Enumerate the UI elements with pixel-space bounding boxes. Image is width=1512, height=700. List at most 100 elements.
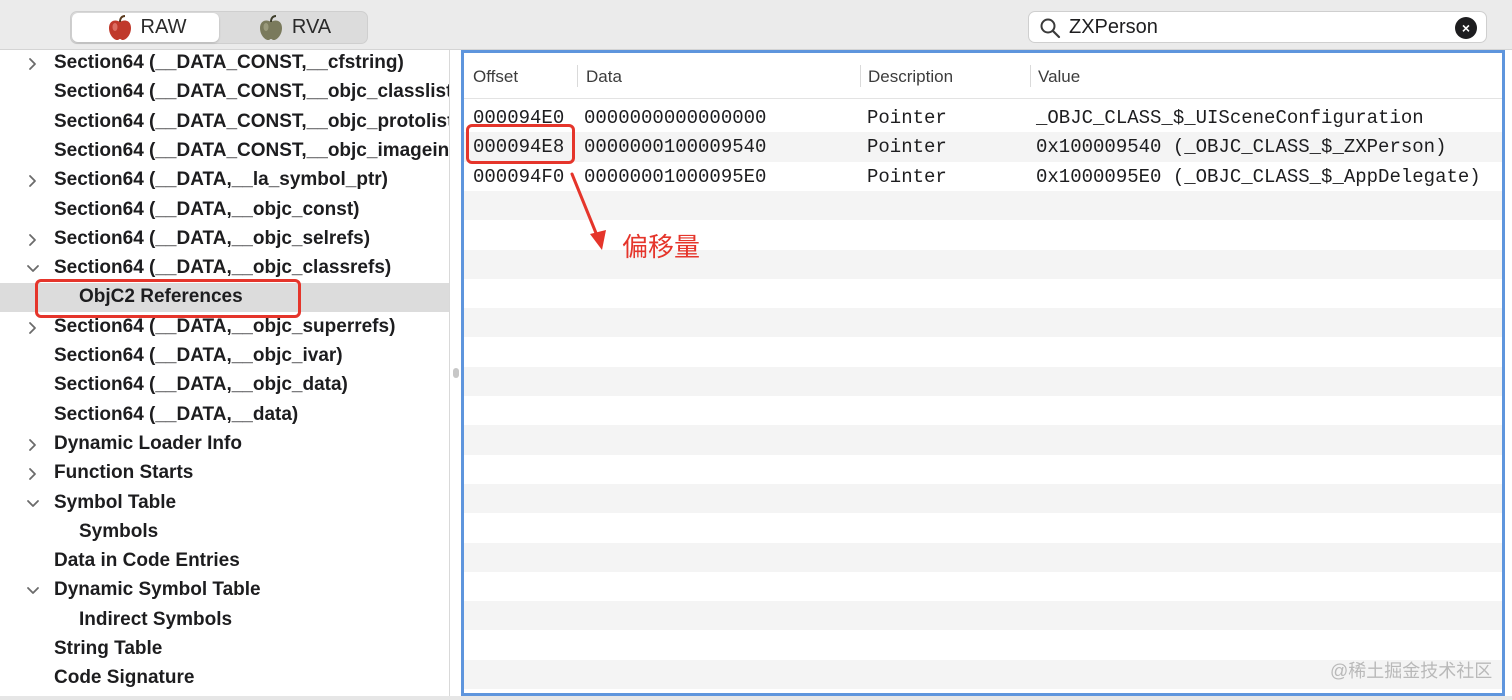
detail-table: Offset Data Description Value 000094E0 00… bbox=[461, 50, 1505, 696]
sidebar-tree: Section64 (__DATA_CONST,__cfstring) Secti… bbox=[0, 50, 450, 696]
sidebar-item[interactable]: Section64 (__DATA,__la_symbol_ptr) bbox=[0, 166, 449, 195]
chevron-down-icon[interactable] bbox=[25, 496, 41, 512]
sidebar-item-label: Function Starts bbox=[54, 462, 194, 484]
offset-cell: 000094F0 bbox=[473, 165, 565, 188]
empty-table-row bbox=[464, 513, 1502, 542]
empty-table-row bbox=[464, 279, 1502, 308]
apple-icon bbox=[108, 14, 131, 40]
sidebar-item-label: Dynamic Loader Info bbox=[54, 432, 242, 454]
sidebar-item-label: Section64 (__DATA_CONST,__cfstring) bbox=[54, 52, 404, 73]
sidebar-item[interactable]: Section64 (__DATA_CONST,__objc_classlist… bbox=[0, 78, 450, 107]
column-header-value[interactable]: Value bbox=[1038, 67, 1080, 87]
table-row[interactable]: 000094E8 0000000100009540 Pointer 0x1000095… bbox=[464, 132, 1502, 162]
empty-table-row bbox=[464, 630, 1502, 659]
sidebar-item[interactable]: String Table bbox=[0, 635, 449, 664]
column-separator bbox=[860, 65, 861, 87]
empty-table-row bbox=[464, 425, 1502, 455]
sidebar-item-label: Code Signature bbox=[54, 667, 195, 689]
offset-annotation-label: 偏移量 bbox=[622, 232, 701, 262]
sidebar-item[interactable]: Section64 (__DATA,__objc_classrefs) bbox=[0, 254, 449, 283]
sidebar-item-label: Symbol Table bbox=[54, 491, 177, 513]
sidebar-item[interactable]: Indirect Symbols bbox=[0, 606, 449, 635]
sidebar-item-label: Data in Code Entries bbox=[54, 550, 240, 572]
value-cell: _OBJC_CLASS_$_UISceneConfiguration bbox=[1036, 107, 1424, 129]
search-field[interactable]: × bbox=[1028, 11, 1487, 43]
sidebar-item[interactable]: Data in Code Entries bbox=[0, 547, 449, 576]
empty-table-row bbox=[464, 689, 1502, 693]
sidebar-item-label: Symbols bbox=[79, 520, 159, 542]
empty-table-row bbox=[464, 337, 1502, 366]
column-header-offset[interactable]: Offset bbox=[473, 67, 518, 87]
offset-cell: 000094E0 bbox=[473, 107, 565, 129]
view-mode-segmented-control: RAW RVA bbox=[70, 11, 368, 44]
table-header: Offset Data Description Value bbox=[464, 53, 1502, 99]
sidebar-item-label: Section64 (__DATA,__data) bbox=[54, 403, 299, 425]
sidebar-item-label: Section64 (__DATA,__objc_data) bbox=[54, 374, 348, 396]
empty-table-row bbox=[464, 396, 1502, 425]
sidebar-item[interactable]: Section64 (__DATA,__objc_ivar) bbox=[0, 342, 449, 371]
sidebar-item-label: ObjC2 References bbox=[79, 286, 243, 308]
search-input[interactable] bbox=[1069, 14, 1439, 40]
clear-search-icon[interactable]: × bbox=[1455, 17, 1477, 39]
value-cell: 0x1000095E0 (_OBJC_CLASS_$_AppDelegate) bbox=[1036, 165, 1481, 188]
sidebar-item-label: Section64 (__DATA_CONST,__objc_classlist… bbox=[54, 81, 450, 103]
column-separator bbox=[577, 65, 578, 87]
sidebar-item[interactable]: Section64 (__DATA,__data) bbox=[0, 401, 449, 430]
sidebar-item-label: Section64 (__DATA_CONST,__objc_imageinfo… bbox=[54, 139, 450, 161]
chevron-right-icon[interactable] bbox=[25, 320, 41, 336]
chevron-down-icon[interactable] bbox=[25, 261, 41, 277]
sidebar-item[interactable]: Section64 (__DATA,__objc_const) bbox=[0, 196, 449, 225]
description-cell: Pointer bbox=[867, 136, 947, 159]
sidebar-item[interactable]: Section64 (__DATA,__objc_selrefs) bbox=[0, 225, 449, 254]
chevron-right-icon[interactable] bbox=[25, 56, 41, 72]
sidebar-item-label: Section64 (__DATA,__objc_classrefs) bbox=[54, 257, 392, 279]
sidebar-item[interactable]: Function Starts bbox=[0, 459, 449, 488]
sidebar-item[interactable]: Symbols bbox=[0, 518, 449, 547]
sidebar-item[interactable]: Section64 (__DATA,__objc_data) bbox=[0, 371, 449, 400]
sidebar-item-label: Section64 (__DATA_CONST,__objc_protolist… bbox=[54, 110, 450, 132]
column-header-description[interactable]: Description bbox=[868, 67, 953, 87]
raw-segment-label: RAW bbox=[140, 16, 187, 38]
empty-table-row bbox=[464, 483, 1502, 514]
description-cell: Pointer bbox=[867, 107, 947, 129]
rva-segment-button[interactable]: RVA bbox=[220, 13, 367, 42]
empty-table-row bbox=[464, 601, 1502, 631]
sidebar-item[interactable]: ObjC2 References bbox=[0, 283, 449, 313]
chevron-right-icon[interactable] bbox=[25, 232, 41, 248]
sidebar-item-label: Section64 (__DATA,__objc_superrefs) bbox=[54, 315, 396, 337]
sidebar-item-label: Section64 (__DATA,__objc_ivar) bbox=[54, 345, 343, 366]
search-icon bbox=[1040, 18, 1061, 39]
sidebar-item[interactable]: Dynamic Loader Info bbox=[0, 430, 449, 459]
sidebar-item-label: Section64 (__DATA,__objc_selrefs) bbox=[54, 227, 371, 249]
chevron-right-icon[interactable] bbox=[25, 173, 41, 189]
raw-segment-button[interactable]: RAW bbox=[72, 13, 219, 42]
annotation-arrow-icon bbox=[570, 172, 606, 250]
empty-table-row bbox=[464, 308, 1502, 338]
sidebar-item-label: Dynamic Symbol Table bbox=[54, 579, 261, 601]
window-bottom-edge bbox=[0, 696, 1512, 700]
value-cell: 0x100009540 (_OBJC_CLASS_$_ZXPerson) bbox=[1036, 136, 1447, 159]
chevron-right-icon[interactable] bbox=[25, 437, 41, 453]
description-cell: Pointer bbox=[867, 165, 947, 188]
sidebar-item[interactable]: Section64 (__DATA,__objc_superrefs) bbox=[0, 313, 449, 342]
sidebar-item[interactable]: Symbol Table bbox=[0, 489, 449, 518]
offset-cell: 000094E8 bbox=[473, 136, 565, 159]
column-header-data[interactable]: Data bbox=[586, 67, 622, 87]
empty-table-row bbox=[464, 455, 1502, 484]
data-cell: 0000000000000000 bbox=[584, 107, 767, 129]
sidebar-item[interactable]: Section64 (__DATA_CONST,__cfstring) bbox=[0, 50, 449, 78]
chevron-right-icon[interactable] bbox=[25, 466, 41, 482]
data-cell: 0000000100009540 bbox=[584, 136, 767, 159]
empty-table-row bbox=[464, 366, 1502, 396]
table-row[interactable]: 000094E0 0000000000000000 Pointer _OBJC_CLA… bbox=[464, 103, 1502, 132]
chevron-down-icon[interactable] bbox=[25, 583, 41, 599]
sidebar-item-label: Indirect Symbols bbox=[79, 608, 233, 630]
sidebar-item[interactable]: Section64 (__DATA_CONST,__objc_protolist… bbox=[0, 108, 450, 137]
sidebar-item[interactable]: Dynamic Symbol Table bbox=[0, 576, 449, 605]
sidebar-item[interactable]: Section64 (__DATA_CONST,__objc_imageinfo… bbox=[0, 137, 450, 166]
sidebar-item-label: String Table bbox=[54, 638, 163, 659]
empty-table-row bbox=[464, 572, 1502, 601]
split-view-divider[interactable] bbox=[453, 368, 459, 378]
sidebar-item[interactable]: Code Signature bbox=[0, 664, 449, 693]
watermark: @稀土掘金技术社区 bbox=[1330, 661, 1493, 681]
